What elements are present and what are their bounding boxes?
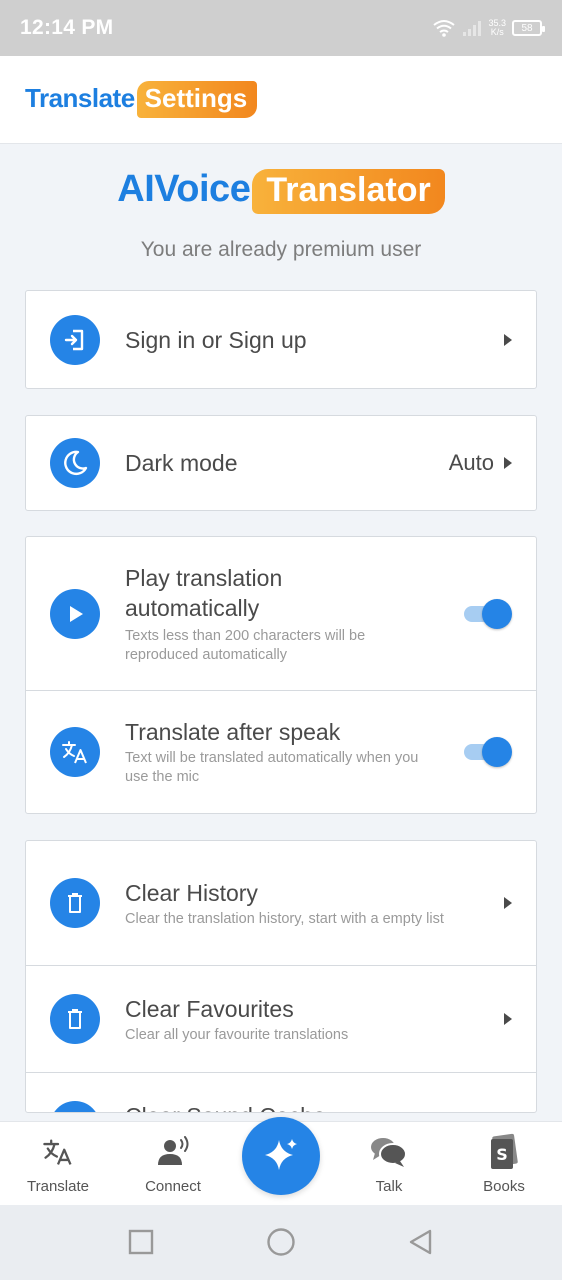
clear-favourites-subtitle: Clear all your favourite translations bbox=[125, 1026, 349, 1043]
chevron-right-icon bbox=[504, 457, 512, 469]
trash-icon bbox=[50, 1101, 100, 1112]
nav-talk[interactable]: Talk bbox=[334, 1132, 444, 1195]
premium-status-text: You are already premium user bbox=[140, 238, 422, 261]
signin-row[interactable]: Sign in or Sign up bbox=[26, 291, 536, 388]
nav-translate-label: Translate bbox=[27, 1178, 89, 1195]
nav-connect[interactable]: Connect bbox=[118, 1132, 228, 1195]
translate-after-speak-subtitle: Text will be translated automatically wh… bbox=[125, 750, 419, 785]
clear-history-row[interactable]: Clear History Clear the translation hist… bbox=[26, 841, 536, 965]
sparkle-icon bbox=[265, 1139, 297, 1170]
brand-logo: AIVoice Translator bbox=[0, 168, 562, 214]
speed-unit: K/s bbox=[490, 27, 504, 37]
chevron-right-icon bbox=[504, 333, 512, 346]
clear-sound-cache-title: Clear Sound Cache bbox=[125, 1101, 512, 1112]
header-title-part2: Settings bbox=[136, 81, 258, 118]
system-navigation-bar bbox=[0, 1205, 562, 1280]
play-translation-subtitle: Texts less than 200 characters will be r… bbox=[125, 627, 366, 663]
back-triangle-icon bbox=[409, 1229, 432, 1255]
translate-after-speak-toggle[interactable] bbox=[464, 737, 512, 767]
trash-icon bbox=[50, 994, 100, 1044]
trash-icon bbox=[50, 878, 100, 928]
dark-mode-row[interactable]: Dark mode Auto bbox=[26, 416, 536, 510]
status-time: 12:14 PM bbox=[20, 16, 114, 39]
clear-history-subtitle: Clear the translation history, start wit… bbox=[125, 910, 444, 927]
clear-sound-cache-row[interactable]: Clear Sound Cache bbox=[26, 1072, 536, 1112]
wifi-icon bbox=[433, 20, 456, 37]
brand-part2: Translator bbox=[252, 169, 445, 214]
chat-bubbles-icon bbox=[334, 1132, 444, 1172]
status-bar: 12:14 PM 35.3 K/s 58 bbox=[0, 0, 562, 56]
signal-icon bbox=[463, 21, 482, 36]
chevron-right-icon bbox=[504, 897, 512, 909]
status-icons: 35.3 K/s 58 bbox=[432, 19, 545, 37]
svg-text:S: S bbox=[496, 1145, 508, 1164]
clear-favourites-row[interactable]: Clear Favourites Clear all your favourit… bbox=[26, 965, 536, 1072]
battery-level: 58 bbox=[521, 22, 533, 34]
login-icon bbox=[50, 314, 100, 365]
dark-mode-value: Auto bbox=[448, 450, 494, 475]
signin-title: Sign in or Sign up bbox=[125, 326, 307, 353]
play-icon bbox=[50, 588, 100, 639]
moon-icon bbox=[50, 438, 100, 488]
translate-icon bbox=[50, 727, 100, 777]
play-translation-toggle[interactable] bbox=[464, 598, 512, 629]
nav-books-label: Books bbox=[483, 1178, 525, 1195]
translate-icon bbox=[3, 1132, 113, 1172]
toggle-knob bbox=[482, 598, 512, 629]
brand-part1: AIVoice bbox=[117, 168, 251, 210]
home-button[interactable] bbox=[266, 1227, 296, 1257]
clear-favourites-title: Clear Favourites bbox=[125, 995, 294, 1022]
toggle-knob bbox=[482, 737, 512, 767]
header-logo: Translate Settings bbox=[25, 81, 258, 118]
square-icon bbox=[128, 1229, 154, 1255]
header-title-part1: Translate bbox=[25, 83, 135, 113]
nav-books[interactable]: S Books bbox=[449, 1132, 559, 1195]
nav-connect-label: Connect bbox=[145, 1178, 201, 1195]
chevron-right-icon bbox=[504, 1013, 512, 1025]
recent-apps-button[interactable] bbox=[126, 1227, 156, 1257]
clear-data-card: Clear History Clear the translation hist… bbox=[25, 840, 537, 1113]
playback-settings-card: Play translation automatically Texts les… bbox=[25, 536, 537, 814]
clear-history-title: Clear History bbox=[125, 879, 258, 906]
nav-talk-label: Talk bbox=[375, 1178, 403, 1195]
app-header: Translate Settings bbox=[0, 56, 562, 144]
circle-icon bbox=[267, 1228, 295, 1256]
ai-sparkle-button[interactable] bbox=[242, 1117, 320, 1195]
battery-icon: 58 bbox=[512, 20, 545, 36]
translate-after-speak-row: Translate after speak Text will be trans… bbox=[26, 690, 536, 813]
dark-mode-title: Dark mode bbox=[125, 450, 238, 476]
network-speed: 35.3 K/s bbox=[488, 19, 506, 37]
back-button[interactable] bbox=[406, 1227, 436, 1257]
play-translation-title: Play translation automatically bbox=[125, 564, 283, 621]
play-translation-row: Play translation automatically Texts les… bbox=[26, 537, 536, 690]
dark-mode-card: Dark mode Auto bbox=[25, 415, 537, 511]
translate-after-speak-title: Translate after speak bbox=[125, 719, 341, 745]
signin-card: Sign in or Sign up bbox=[25, 290, 537, 389]
book-icon: S bbox=[449, 1132, 559, 1172]
person-voice-icon bbox=[118, 1132, 228, 1172]
nav-translate[interactable]: Translate bbox=[3, 1132, 113, 1195]
